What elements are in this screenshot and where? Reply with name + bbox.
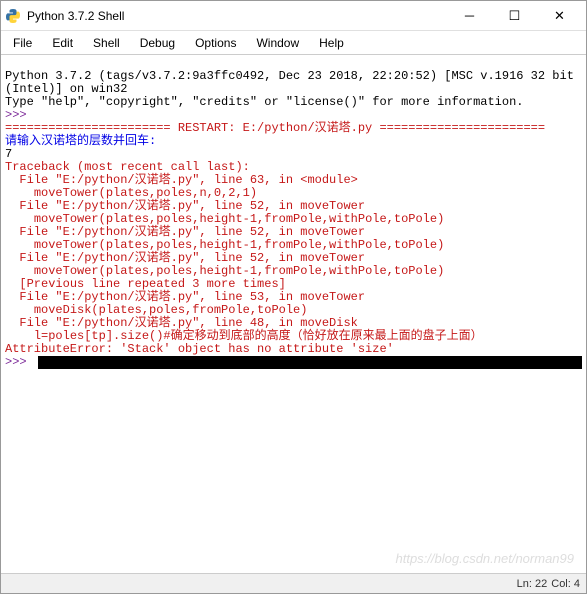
traceback-code: moveDisk(plates,poles,fromPole,toPole) <box>5 303 307 317</box>
traceback-code: l=poles[tp].size()#确定移动到底部的高度（恰好放在原来最上面的… <box>5 329 483 343</box>
python-banner-line2: Type "help", "copyright", "credits" or "… <box>5 95 523 109</box>
close-button[interactable]: ✕ <box>537 2 582 30</box>
window-controls: ─ ☐ ✕ <box>447 2 582 30</box>
python-icon <box>5 8 21 24</box>
shell-text-area[interactable]: Python 3.7.2 (tags/v3.7.2:9a3ffc0492, De… <box>1 55 586 573</box>
statusbar: Ln: 22 Col: 4 <box>1 573 586 593</box>
menu-edit[interactable]: Edit <box>42 33 83 53</box>
restart-banner: ======================= RESTART: E:/pyth… <box>5 121 545 135</box>
menubar: File Edit Shell Debug Options Window Hel… <box>1 31 586 55</box>
traceback-code: moveTower(plates,poles,height-1,fromPole… <box>5 212 444 226</box>
maximize-button[interactable]: ☐ <box>492 2 537 30</box>
input-prompt-text: 请输入汉诺塔的层数并回车: <box>5 134 156 148</box>
menu-options[interactable]: Options <box>185 33 246 53</box>
traceback-file: File "E:/python/汉诺塔.py", line 52, in mov… <box>5 251 365 265</box>
python-banner-line1: Python 3.7.2 (tags/v3.7.2:9a3ffc0492, De… <box>5 69 581 96</box>
watermark: https://blog.csdn.net/norman99 <box>395 552 574 565</box>
user-input: 7 <box>5 147 12 161</box>
traceback-file: File "E:/python/汉诺塔.py", line 63, in <mo… <box>5 173 358 187</box>
menu-debug[interactable]: Debug <box>130 33 185 53</box>
menu-window[interactable]: Window <box>246 33 309 53</box>
status-col: Col: 4 <box>551 578 580 590</box>
menu-file[interactable]: File <box>3 33 42 53</box>
titlebar: Python 3.7.2 Shell ─ ☐ ✕ <box>1 1 586 31</box>
shell-prompt: >>> <box>5 108 34 122</box>
traceback-file: File "E:/python/汉诺塔.py", line 52, in mov… <box>5 199 365 213</box>
minimize-button[interactable]: ─ <box>447 2 492 30</box>
attribute-error: AttributeError: 'Stack' object has no at… <box>5 342 394 356</box>
status-line: Ln: 22 <box>517 578 548 590</box>
traceback-code: moveTower(plates,poles,height-1,fromPole… <box>5 264 444 278</box>
traceback-file: File "E:/python/汉诺塔.py", line 52, in mov… <box>5 225 365 239</box>
traceback-file: File "E:/python/汉诺塔.py", line 48, in mov… <box>5 316 358 330</box>
shell-prompt: >>> <box>5 356 34 369</box>
text-cursor <box>38 356 582 369</box>
prompt-line: >>> <box>5 356 582 369</box>
traceback-file: File "E:/python/汉诺塔.py", line 53, in mov… <box>5 290 365 304</box>
traceback-header: Traceback (most recent call last): <box>5 160 250 174</box>
menu-help[interactable]: Help <box>309 33 354 53</box>
traceback-repeat: [Previous line repeated 3 more times] <box>5 277 286 291</box>
traceback-code: moveTower(plates,poles,n,0,2,1) <box>5 186 257 200</box>
window-title: Python 3.7.2 Shell <box>27 9 447 23</box>
menu-shell[interactable]: Shell <box>83 33 130 53</box>
traceback-code: moveTower(plates,poles,height-1,fromPole… <box>5 238 444 252</box>
